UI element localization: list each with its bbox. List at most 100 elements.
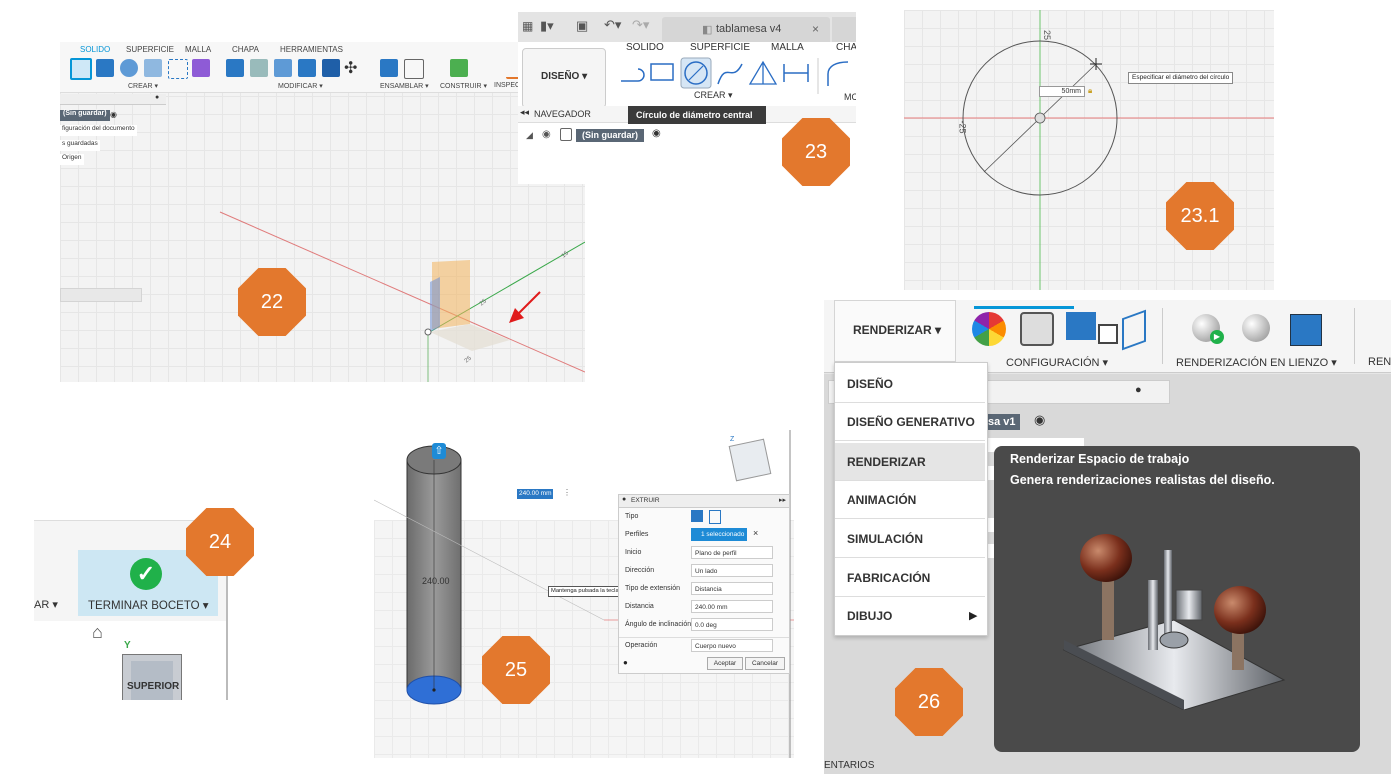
ok-button[interactable]: Aceptar [707, 657, 743, 670]
row-label: Tipo [625, 513, 639, 520]
height-label: 240.00 [422, 576, 450, 586]
row-tipo-extension: Tipo de extensión Distancia [619, 581, 789, 597]
texture-map-icon[interactable] [1098, 324, 1118, 344]
group-left-label[interactable]: AR ▾ [34, 598, 58, 611]
workspace-tooltip: Renderizar Espacio de trabajo Genera ren… [994, 446, 1360, 752]
view-cube-label: SUPERIOR [127, 681, 180, 692]
input-more-icon[interactable]: ⋮ [563, 488, 571, 497]
next-tab[interactable] [832, 17, 856, 42]
group-crear[interactable]: CREAR ▾ [694, 90, 733, 101]
doc-cube-icon: ◧ [702, 24, 713, 36]
activate-radio-icon[interactable]: ◉ [1034, 412, 1045, 428]
panel-25-extrude: ⇧ 240.00 240.00 mm ⋮ Z Mantenga pulsada … [374, 430, 794, 758]
row-label: Inicio [625, 549, 642, 556]
expand-triangle-icon[interactable]: ◢ [526, 130, 533, 141]
diameter-input[interactable]: 50mm [1039, 86, 1085, 97]
appearance-icon[interactable] [972, 312, 1006, 346]
distance-input[interactable]: 240.00 mm [517, 489, 553, 499]
extrude-arrow-icon[interactable]: ⇧ [432, 443, 446, 459]
tooltip-title: Renderizar Espacio de trabajo [1010, 452, 1190, 466]
tooltip-description: Genera renderizaciones realistas del dis… [1010, 473, 1275, 487]
file-icon[interactable]: ▮▾ [540, 18, 554, 34]
operation-select[interactable]: Cuerpo nuevo [691, 639, 773, 652]
info-icon[interactable]: ● [623, 658, 628, 667]
lock-icon[interactable]: 🔒︎ [1088, 86, 1092, 96]
menu-item-diseno-generativo[interactable]: DISEÑO GENERATIVO [835, 403, 985, 441]
doc-tab[interactable]: ◧ tablamesa v4 × [662, 17, 830, 42]
extent-select[interactable]: Distancia [691, 582, 773, 595]
tab-superficie[interactable]: SUPERFICIE [690, 42, 750, 53]
row-label: Distancia [625, 603, 654, 610]
tool-tooltip: Círculo de diámetro central [628, 106, 766, 124]
workspace-label: RENDERIZAR ▾ [853, 323, 942, 337]
tab-malla[interactable]: MALLA [771, 42, 804, 53]
group-more[interactable]: MC [844, 92, 856, 102]
start-select[interactable]: Plano de perfil [691, 546, 773, 559]
row-label: Ángulo de inclinación [625, 621, 692, 628]
row-label: Tipo de extensión [625, 585, 680, 592]
menu-item-simulacion[interactable]: SIMULACIÓN [835, 520, 985, 558]
row-label: Operación [625, 642, 658, 649]
workspace-switcher[interactable]: RENDERIZAR ▾ [834, 300, 956, 362]
toolbar-divider [1162, 308, 1163, 364]
navigator-title: NAVEGADOR [534, 109, 591, 119]
dialog-title: EXTRUIR [631, 497, 660, 504]
save-icon[interactable]: ▣ [576, 18, 588, 34]
doc-icon [560, 128, 572, 141]
undo-icon[interactable]: ↶▾ [604, 17, 621, 33]
menu-item-renderizar[interactable]: RENDERIZAR [835, 443, 985, 481]
view-cube[interactable]: SUPERIOR [122, 654, 182, 700]
activate-radio-icon[interactable]: ◉ [652, 128, 661, 139]
tab-solido[interactable]: SOLIDO [626, 42, 664, 53]
dialog-collapse-icon[interactable]: ● [622, 496, 626, 503]
app-titlebar: ▦ ▮▾ ▣ ↶▾ ↷▾ ◧ tablamesa v4 × [518, 12, 856, 42]
row-angulo: Ángulo de inclinación 0.0 deg [619, 617, 789, 633]
step-badge-25: 25 [482, 636, 550, 704]
distance-field[interactable]: 240.00 mm [691, 600, 773, 613]
sketch-tools [621, 57, 849, 94]
viewport-axes [219, 211, 585, 382]
tab-chapa[interactable]: CHAP [836, 42, 856, 53]
decal-icon[interactable] [1122, 309, 1146, 351]
app-grid-icon[interactable]: ▦ [522, 19, 533, 33]
redo-icon[interactable]: ↷▾ [632, 17, 649, 33]
workspace-menu: DISEÑO DISEÑO GENERATIVO RENDERIZAR ANIM… [834, 362, 988, 636]
physical-material-icon[interactable] [1020, 312, 1054, 346]
clear-selection-icon[interactable]: × [753, 528, 758, 538]
collapse-icon[interactable]: ◂◂ [520, 107, 529, 118]
group-render-canvas[interactable]: RENDERIZACIÓN EN LIENZO ▾ [1176, 356, 1337, 369]
row-operacion: Operación Cuerpo nuevo [619, 637, 789, 654]
circle-sketch [904, 10, 1274, 290]
menu-item-animacion[interactable]: ANIMACIÓN [835, 481, 985, 519]
row-direccion: Dirección Un lado [619, 563, 789, 579]
capture-image-icon[interactable] [1290, 314, 1322, 346]
command-hint: Especificar el diámetro del círculo [1128, 72, 1234, 84]
type-thin-icon[interactable] [709, 510, 721, 524]
view-cube[interactable] [728, 438, 772, 482]
profile-selection[interactable]: 1 seleccionado [691, 528, 747, 541]
home-view-icon[interactable]: ⌂ [92, 622, 103, 643]
visibility-eye-icon[interactable]: ◉ [542, 129, 551, 140]
step-badge-22: 22 [238, 268, 306, 336]
type-solid-icon[interactable] [691, 510, 703, 522]
browser-root-item[interactable]: sa v1 [984, 414, 1020, 430]
step-badge-23: 23 [782, 118, 850, 186]
browser-root-item[interactable]: (Sin guardar) [576, 129, 645, 142]
row-tipo: Tipo [619, 509, 789, 525]
scene-settings-icon[interactable] [1066, 312, 1096, 340]
group-render[interactable]: REN [1368, 356, 1391, 368]
play-icon: ▶ [1210, 330, 1224, 344]
browser-close-icon[interactable]: ● [1135, 384, 1142, 396]
menu-item-dibujo[interactable]: DIBUJO [835, 597, 985, 635]
render-settings-icon[interactable] [1242, 314, 1270, 342]
row-perfiles: Perfiles 1 seleccionado × [619, 527, 789, 543]
menu-item-fabricacion[interactable]: FABRICACIÓN [835, 559, 985, 597]
menu-item-diseno[interactable]: DISEÑO [835, 365, 985, 403]
dialog-expand-icon[interactable]: ▸▸ [779, 496, 786, 504]
cancel-button[interactable]: Cancelar [745, 657, 785, 670]
row-label: Perfiles [625, 531, 649, 538]
direction-select[interactable]: Un lado [691, 564, 773, 577]
close-tab-icon[interactable]: × [812, 22, 819, 36]
group-configuracion[interactable]: CONFIGURACIÓN ▾ [1006, 356, 1108, 369]
taper-angle-field[interactable]: 0.0 deg [691, 618, 773, 631]
